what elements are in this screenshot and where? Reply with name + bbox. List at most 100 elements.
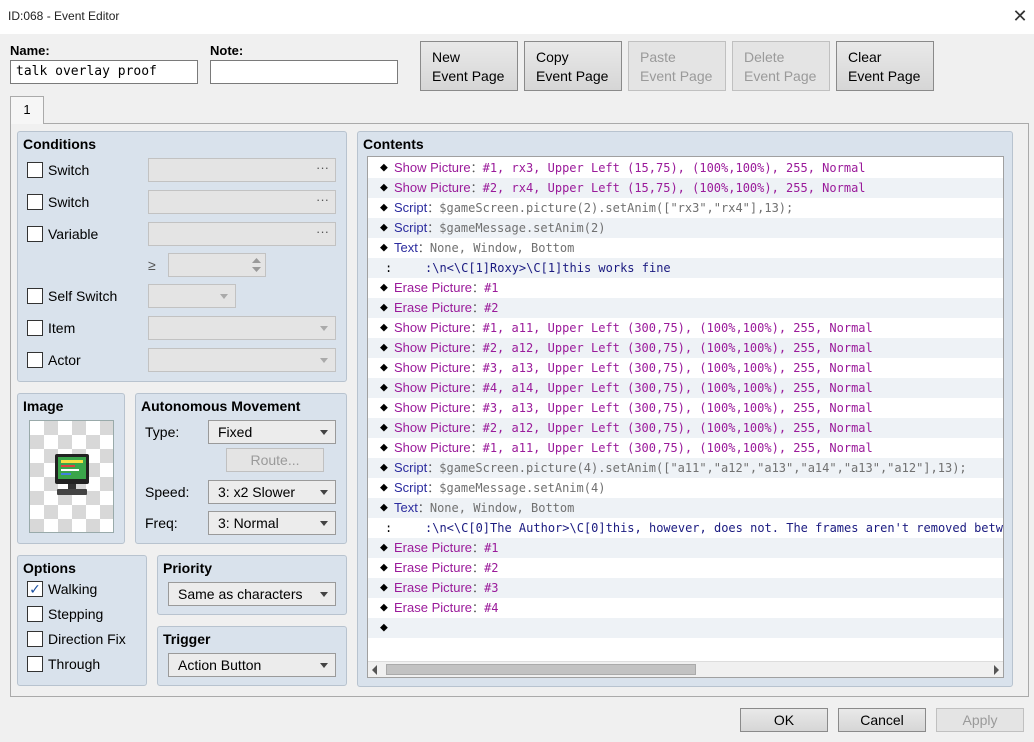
- command-separator: ：: [472, 281, 485, 295]
- command-row[interactable]: ◆ Show Picture：#1, rx3, Upper Left (15,75…: [368, 158, 1003, 178]
- command-row[interactable]: ◆ Erase Picture：#2: [368, 298, 1003, 318]
- command-name: Script: [394, 460, 428, 475]
- command-separator: ：: [427, 481, 440, 495]
- variable-value-spinner[interactable]: [168, 253, 266, 277]
- clear-event-page-button[interactable]: Clear Event Page: [836, 41, 934, 91]
- chevron-down-icon: [320, 663, 328, 668]
- note-field[interactable]: [210, 60, 398, 84]
- route-button[interactable]: Route...: [226, 448, 324, 472]
- speed-dropdown[interactable]: 3: x2 Slower: [208, 480, 336, 504]
- priority-dropdown[interactable]: Same as characters: [168, 582, 336, 606]
- ok-button[interactable]: OK: [740, 708, 828, 732]
- command-row[interactable]: ◆ Text：None, Window, Bottom: [368, 498, 1003, 518]
- command-params: #2, a12, Upper Left (300,75), (100%,100%…: [482, 421, 873, 435]
- new-event-page-button[interactable]: New Event Page: [420, 41, 518, 91]
- button-line-1: New: [432, 49, 461, 65]
- switch1-label: Switch: [48, 162, 90, 178]
- variable-selector[interactable]: ···: [148, 222, 336, 246]
- switch1-checkbox[interactable]: [27, 162, 43, 178]
- name-field[interactable]: talk overlay proof: [10, 60, 198, 84]
- name-label: Name:: [10, 43, 50, 58]
- actor-dropdown[interactable]: [148, 348, 336, 372]
- chevron-down-icon: [320, 358, 328, 363]
- self-switch-dropdown[interactable]: [148, 284, 236, 308]
- event-image-preview[interactable]: [29, 420, 114, 533]
- command-separator: ：: [470, 361, 483, 375]
- trigger-dropdown[interactable]: Action Button: [168, 653, 336, 677]
- command-row[interactable]: ◆ Show Picture：#3, a13, Upper Left (300,7…: [368, 398, 1003, 418]
- command-name: Show Picture: [394, 400, 471, 415]
- movement-title: Autonomous Movement: [141, 398, 301, 414]
- walking-checkbox[interactable]: ✓: [27, 581, 43, 597]
- movement-type-value: Fixed: [218, 424, 253, 440]
- self-switch-checkbox[interactable]: [27, 288, 43, 304]
- command-row[interactable]: ◆ Show Picture：#1, a11, Upper Left (300,7…: [368, 318, 1003, 338]
- command-params: #3, a13, Upper Left (300,75), (100%,100%…: [482, 361, 873, 375]
- command-row[interactable]: ◆ Script：$gameMessage.setAnim(4): [368, 478, 1003, 498]
- command-separator: ：: [417, 241, 430, 255]
- item-dropdown[interactable]: [148, 316, 336, 340]
- window-title: ID:068 - Event Editor: [8, 9, 120, 23]
- delete-event-page-button[interactable]: Delete Event Page: [732, 41, 830, 91]
- command-name: Show Picture: [394, 340, 471, 355]
- command-row[interactable]: ◆ Script：$gameScreen.picture(2).setAnim([…: [368, 198, 1003, 218]
- command-row[interactable]: ::\n<\C[0]The Author>\C[0]this, however,…: [368, 518, 1003, 538]
- scroll-right-icon[interactable]: [994, 665, 999, 675]
- command-separator: ：: [470, 181, 483, 195]
- event-command-list[interactable]: ◆ Show Picture：#1, rx3, Upper Left (15,75…: [367, 156, 1004, 678]
- command-row[interactable]: ◆ Show Picture：#2, a12, Upper Left (300,7…: [368, 338, 1003, 358]
- computer-sprite-icon: [55, 454, 89, 495]
- variable-checkbox[interactable]: [27, 226, 43, 242]
- direction-fix-label: Direction Fix: [48, 631, 126, 647]
- command-row[interactable]: ◆ Show Picture：#2, a12, Upper Left (300,7…: [368, 418, 1003, 438]
- switch2-selector[interactable]: ···: [148, 190, 336, 214]
- chevron-down-icon: [320, 430, 328, 435]
- horizontal-scrollbar[interactable]: [368, 661, 1003, 677]
- command-row[interactable]: ◆: [368, 618, 1003, 638]
- actor-checkbox[interactable]: [27, 352, 43, 368]
- command-row[interactable]: ◆ Show Picture：#4, a14, Upper Left (300,7…: [368, 378, 1003, 398]
- item-label: Item: [48, 320, 76, 336]
- movement-type-dropdown[interactable]: Fixed: [208, 420, 336, 444]
- command-row[interactable]: ◆ Script：$gameScreen.picture(4).setAnim([…: [368, 458, 1003, 478]
- button-line-1: Copy: [536, 49, 569, 65]
- scrollbar-thumb[interactable]: [386, 664, 696, 675]
- command-row[interactable]: ◆ Show Picture：#2, rx4, Upper Left (15,75…: [368, 178, 1003, 198]
- type-label: Type:: [145, 424, 180, 440]
- switch2-checkbox[interactable]: [27, 194, 43, 210]
- command-params: #1, a11, Upper Left (300,75), (100%,100%…: [482, 321, 873, 335]
- command-separator: ：: [472, 601, 485, 615]
- apply-button[interactable]: Apply: [936, 708, 1024, 732]
- button-line-1: Paste: [640, 49, 676, 65]
- command-row[interactable]: ::\n<\C[1]Roxy>\C[1]this works fine: [368, 258, 1003, 278]
- close-icon[interactable]: ✕: [1008, 4, 1032, 28]
- command-row[interactable]: ◆ Erase Picture：#1: [368, 538, 1003, 558]
- item-checkbox[interactable]: [27, 320, 43, 336]
- direction-fix-checkbox[interactable]: [27, 631, 43, 647]
- copy-event-page-button[interactable]: Copy Event Page: [524, 41, 622, 91]
- tab-page-1[interactable]: 1: [10, 96, 44, 124]
- diamond-icon: ◆: [380, 420, 388, 435]
- trigger-title: Trigger: [163, 631, 211, 647]
- command-row[interactable]: ◆ Show Picture：#3, a13, Upper Left (300,7…: [368, 358, 1003, 378]
- scroll-left-icon[interactable]: [372, 665, 377, 675]
- chevron-down-icon: [320, 592, 328, 597]
- spinner-arrows-icon[interactable]: [252, 256, 261, 274]
- freq-dropdown[interactable]: 3: Normal: [208, 511, 336, 535]
- command-params: #3, a13, Upper Left (300,75), (100%,100%…: [482, 401, 873, 415]
- command-row[interactable]: ◆ Erase Picture：#3: [368, 578, 1003, 598]
- freq-label: Freq:: [145, 515, 178, 531]
- through-checkbox[interactable]: [27, 656, 43, 672]
- command-row[interactable]: ◆ Show Picture：#1, a11, Upper Left (300,7…: [368, 438, 1003, 458]
- command-row[interactable]: ◆ Erase Picture：#1: [368, 278, 1003, 298]
- command-row[interactable]: ◆ Erase Picture：#2: [368, 558, 1003, 578]
- paste-event-page-button[interactable]: Paste Event Page: [628, 41, 726, 91]
- stepping-checkbox[interactable]: [27, 606, 43, 622]
- command-row[interactable]: ◆ Script：$gameMessage.setAnim(2): [368, 218, 1003, 238]
- command-row[interactable]: ◆ Erase Picture：#4: [368, 598, 1003, 618]
- switch1-selector[interactable]: ···: [148, 158, 336, 182]
- command-name: Show Picture: [394, 420, 471, 435]
- command-row[interactable]: ◆ Text：None, Window, Bottom: [368, 238, 1003, 258]
- cancel-button[interactable]: Cancel: [838, 708, 926, 732]
- chevron-down-icon: [320, 490, 328, 495]
